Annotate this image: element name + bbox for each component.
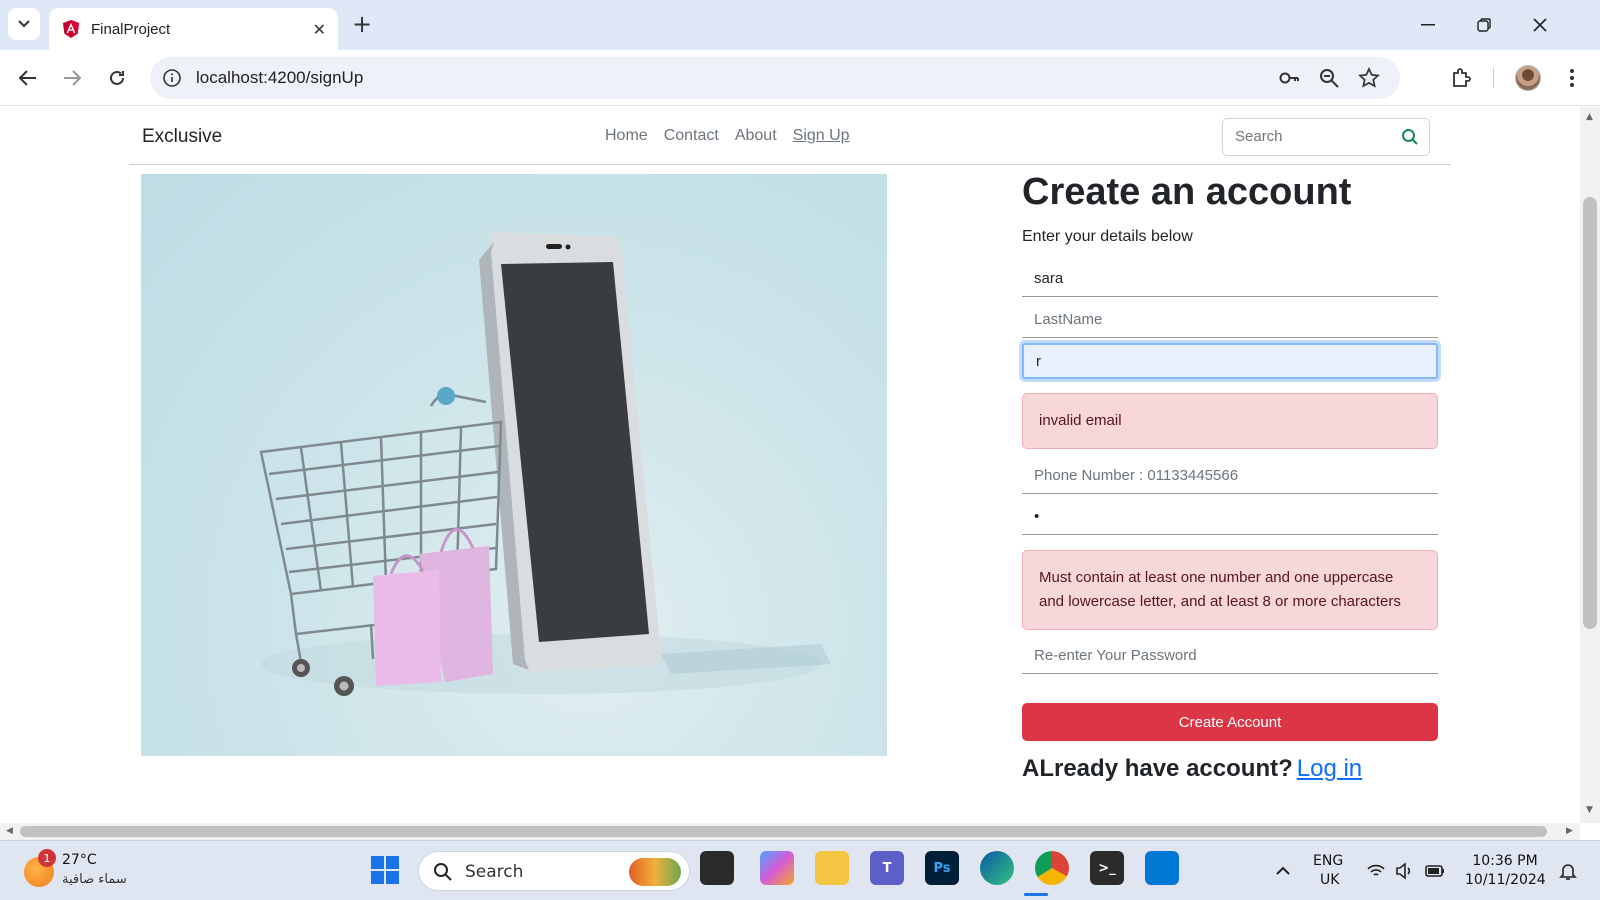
site-navbar: Exclusive Home Contact About Sign Up [129,107,1451,165]
terminal-icon[interactable]: >_ [1090,851,1124,885]
login-prompt-text: ALready have account? [1022,755,1293,782]
email-error-alert: invalid email [1022,393,1438,449]
windows-taskbar: 1 27°C سماء صافية Search T Ps >_ ENG UK … [0,840,1600,900]
site-search-input[interactable] [1235,128,1385,145]
password-error-alert: Must contain at least one number and one… [1022,550,1438,630]
notification-badge: 1 [38,849,56,867]
key-icon[interactable] [1278,67,1300,89]
profile-avatar[interactable] [1515,65,1541,91]
zoom-icon[interactable] [1318,67,1340,89]
clock-date[interactable]: 10/11/2024 [1465,872,1546,888]
password-field[interactable] [1022,499,1438,535]
site-search [1222,118,1430,156]
page-viewport: Exclusive Home Contact About Sign Up Sea… [0,107,1580,823]
arrow-left-icon [19,70,36,86]
address-bar[interactable]: localhost:4200/signUp [150,57,1400,99]
taskbar-search-label: Search [465,862,524,882]
reload-icon [110,70,124,85]
weather-desc: سماء صافية [62,872,127,887]
angular-favicon-icon [63,20,79,38]
search-icon [434,863,452,881]
site-info-icon[interactable] [162,68,182,88]
edge-icon[interactable] [980,851,1014,885]
wifi-icon[interactable] [1366,861,1386,881]
browser-tabstrip: FinalProject ✕ + [0,0,1600,50]
chrome-running-indicator [1024,893,1048,896]
close-window-button[interactable] [1526,12,1554,38]
last-name-field[interactable] [1022,302,1438,338]
reload-button[interactable] [105,66,129,90]
restore-button[interactable] [1470,12,1498,38]
vertical-scroll-thumb[interactable] [1583,197,1597,629]
teams-icon[interactable]: T [870,851,904,885]
task-view-icon[interactable] [700,851,734,885]
copilot-icon[interactable] [760,851,794,885]
taskbar-search[interactable]: Search [418,851,690,891]
chevron-down-icon [18,20,30,28]
browser-toolbar: localhost:4200/signUp [0,50,1600,106]
chevron-up-icon[interactable] [1273,861,1293,881]
battery-icon[interactable] [1425,861,1445,881]
arrow-right-icon [64,70,81,86]
weather-temp: 27°C [62,852,97,868]
tab-title: FinalProject [91,20,171,38]
nav-link-contact[interactable]: Contact [664,127,719,145]
create-account-button[interactable]: Create Account [1022,703,1438,741]
speaker-icon[interactable] [1394,861,1414,881]
first-name-field[interactable] [1022,261,1438,297]
toolbar-separator [1493,68,1494,88]
login-link[interactable]: Log in [1297,755,1362,782]
minimize-button[interactable] [1414,12,1442,38]
notification-bell-icon[interactable] [1558,861,1578,881]
weather-widget[interactable]: 1 27°C سماء صافية [24,849,144,893]
nav-link-about[interactable]: About [735,127,777,145]
windows-start-icon[interactable] [370,855,400,885]
scroll-right-arrow-icon[interactable]: ▶ [1566,826,1573,836]
url-text: localhost:4200/signUp [196,68,364,87]
chrome-icon[interactable] [1035,851,1069,885]
phone-cart-illustration [259,232,831,696]
back-button[interactable] [16,66,40,90]
search-highlight-icon [629,858,681,886]
nav-links: Home Contact About Sign Up [605,127,850,145]
restore-icon [1477,18,1491,32]
site-brand[interactable]: Exclusive [142,126,222,148]
bookmark-star-icon[interactable] [1358,67,1380,89]
extensions-icon[interactable] [1450,66,1474,90]
forward-button[interactable] [60,66,84,90]
nav-link-home[interactable]: Home [605,127,648,145]
signup-form: Create an account Enter your details bel… [1022,165,1438,782]
kebab-menu-icon[interactable] [1560,66,1584,90]
scroll-up-arrow-icon[interactable]: ▲ [1586,112,1593,122]
hero-image [141,174,887,756]
search-icon[interactable] [1401,128,1419,146]
clock-time[interactable]: 10:36 PM [1465,853,1545,869]
re-enter-password-field[interactable] [1022,638,1438,674]
horizontal-scroll-thumb[interactable] [20,826,1547,837]
scroll-left-arrow-icon[interactable]: ◀ [6,826,13,836]
email-field[interactable] [1022,343,1438,379]
login-prompt: ALready have account? Log in [1022,755,1362,783]
close-tab-icon[interactable]: ✕ [313,20,326,39]
minimize-icon [1421,24,1435,26]
nav-link-sign-up[interactable]: Sign Up [793,127,850,145]
vscode-icon[interactable] [1145,851,1179,885]
file-explorer-icon[interactable] [815,851,849,885]
new-tab-button[interactable]: + [352,12,372,36]
close-icon [1533,18,1547,32]
form-title: Create an account [1022,171,1352,213]
tab-search-button[interactable] [8,8,40,40]
phone-field[interactable] [1022,458,1438,494]
language-code[interactable]: ENG [1313,853,1343,869]
password-error-text: Must contain at least one number and one… [1039,569,1401,610]
photoshop-icon[interactable]: Ps [925,851,959,885]
browser-tab-active[interactable]: FinalProject ✕ [49,8,338,50]
language-region[interactable]: UK [1320,872,1339,888]
scroll-down-arrow-icon[interactable]: ▼ [1586,805,1593,815]
email-error-text: invalid email [1039,412,1122,429]
form-subtitle: Enter your details below [1022,228,1193,245]
